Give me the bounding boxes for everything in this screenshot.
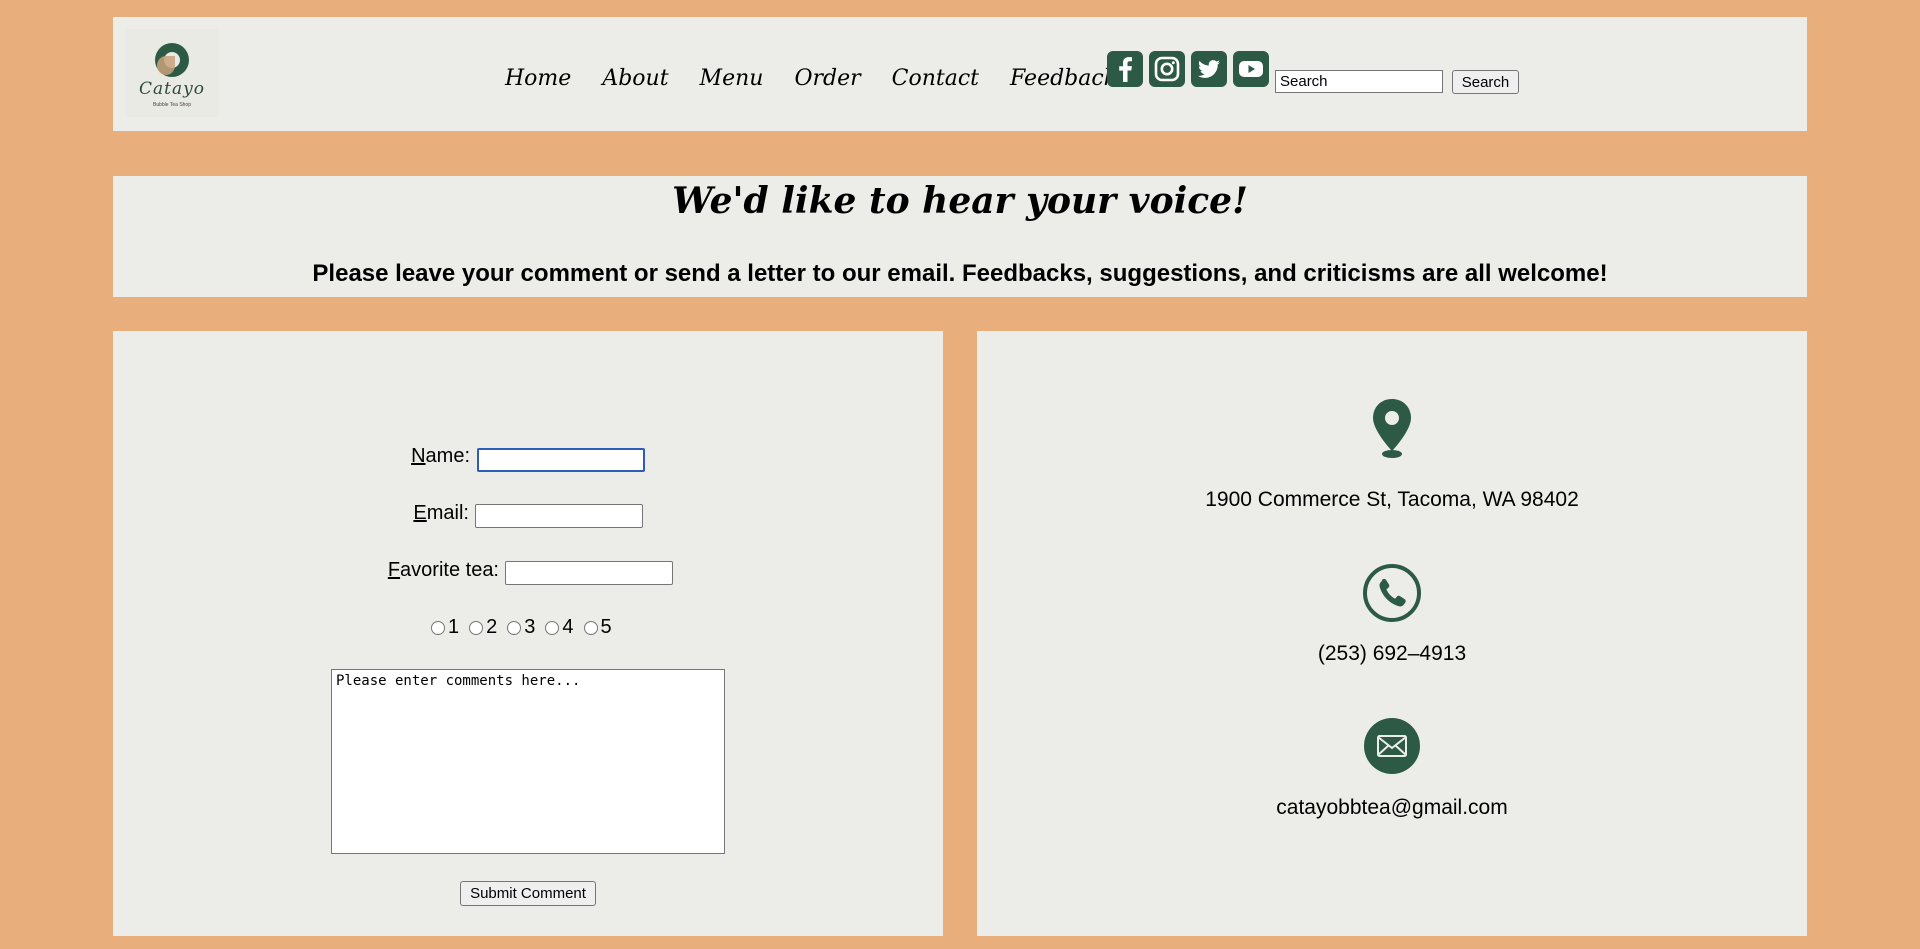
page-title: We'd like to hear your voice! [672,180,1248,222]
logo[interactable]: Catayo Bubble Tea Shop [125,29,219,117]
twitter-icon[interactable] [1191,51,1227,87]
rating-option[interactable]: 4 [545,616,574,639]
location-pin-icon [977,397,1807,459]
intro-section: We'd like to hear your voice! Please lea… [113,176,1807,297]
favorite-tea-field[interactable] [505,561,673,585]
email-link[interactable]: catayobbtea@gmail.com [1276,796,1507,819]
nav-order[interactable]: Order [794,66,860,91]
intro-text: Please leave your comment or send a lett… [312,260,1608,287]
rating-option[interactable]: 2 [469,616,497,639]
nav-about[interactable]: About [602,66,668,91]
logo-name: Catayo [139,79,205,99]
main-nav: Home About Menu Order Contact Feedbacks [505,62,1128,94]
name-field[interactable] [477,448,645,472]
feedback-form: Name: Email: Favorite tea: 1 2 3 4 5 Ple… [113,331,943,936]
nav-home[interactable]: Home [505,66,571,91]
radio-icon[interactable] [583,620,598,635]
submit-comment-button[interactable]: Submit Comment [460,881,596,906]
rating-option[interactable]: 5 [583,616,612,639]
phone-icon [977,563,1807,623]
search-button[interactable]: Search [1452,70,1519,94]
mail-icon [977,717,1807,775]
nav-contact[interactable]: Contact [892,66,979,91]
email-link-wrapper: catayobbtea@gmail.com [977,796,1807,820]
favorite-tea-label: Favorite tea: [387,559,499,581]
instagram-icon[interactable] [1149,51,1185,87]
radio-icon[interactable] [507,620,522,635]
logo-mark-icon [155,43,189,77]
rating-option[interactable]: 1 [431,616,459,639]
rating-option[interactable]: 3 [507,616,535,639]
youtube-icon[interactable] [1233,51,1269,87]
comments-textarea[interactable]: Please enter comments here... [331,669,725,854]
email-field[interactable] [475,504,643,528]
radio-icon[interactable] [469,620,484,635]
search-input[interactable] [1275,70,1443,93]
contact-info: 1900 Commerce St, Tacoma, WA 98402 (253)… [977,331,1807,936]
facebook-icon[interactable] [1107,51,1143,87]
site-header: Catayo Bubble Tea Shop Home About Menu O… [113,17,1807,131]
email-label: Email: [413,502,469,524]
radio-icon[interactable] [431,620,445,635]
logo-subtitle: Bubble Tea Shop [153,102,191,108]
nav-menu[interactable]: Menu [700,66,764,91]
address-text: 1900 Commerce St, Tacoma, WA 98402 [1205,488,1579,511]
rating-radio-group: 1 2 3 4 5 [431,616,622,639]
name-label: Name: [411,445,470,467]
phone-text: (253) 692–4913 [1317,642,1467,665]
radio-icon[interactable] [545,620,560,635]
